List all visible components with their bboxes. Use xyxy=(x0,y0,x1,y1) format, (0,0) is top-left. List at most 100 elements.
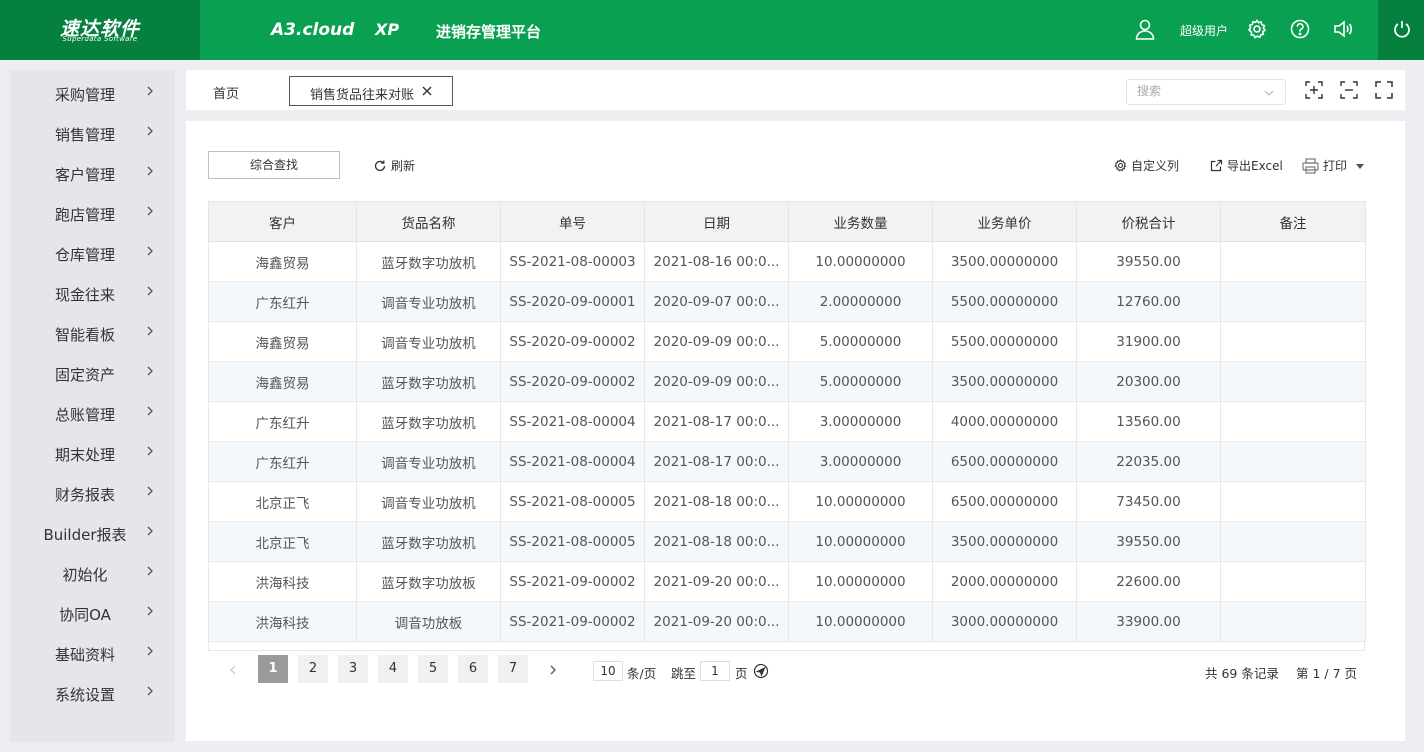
sidebar-item-oa[interactable]: 协同OA xyxy=(10,592,175,632)
cell-quantity: 5.00000000 xyxy=(788,321,933,362)
sidebar-item-fixed-assets[interactable]: 固定资产 xyxy=(10,352,175,392)
help-icon[interactable] xyxy=(1289,18,1311,40)
cell-total: 33900.00 xyxy=(1076,601,1221,642)
tab-sales-reconciliation[interactable]: 销售货品往来对账 xyxy=(289,76,453,106)
column-header-remark[interactable]: 备注 xyxy=(1220,201,1366,242)
sidebar-item-period-end[interactable]: 期末处理 xyxy=(10,432,175,472)
page-button-6[interactable]: 6 xyxy=(458,655,488,683)
cell-quantity: 3.00000000 xyxy=(788,401,933,442)
column-header-date[interactable]: 日期 xyxy=(644,201,789,242)
table-row[interactable]: 北京正飞 蓝牙数字功放机 SS-2021-08-00005 2021-08-18… xyxy=(208,521,1366,562)
page-button-5[interactable]: 5 xyxy=(418,655,448,683)
refresh-button[interactable]: 刷新 xyxy=(373,157,415,174)
cell-date: 2021-08-17 00:0... xyxy=(644,401,789,442)
add-window-icon[interactable] xyxy=(1305,81,1323,99)
speaker-icon[interactable] xyxy=(1332,18,1354,40)
print-button[interactable]: 打印 xyxy=(1302,157,1369,174)
sidebar-item-system-settings[interactable]: 系统设置 xyxy=(10,672,175,712)
table-row[interactable]: 海鑫贸易 调音专业功放机 SS-2020-09-00002 2020-09-09… xyxy=(208,321,1366,362)
jump-page-input[interactable]: 1 xyxy=(700,661,730,681)
data-table: 客户 货品名称 单号 日期 业务数量 业务单价 价税合计 备注 海鑫贸易 蓝牙数… xyxy=(208,201,1366,642)
sidebar-item-finance-reports[interactable]: 财务报表 xyxy=(10,472,175,512)
search-box[interactable] xyxy=(1126,79,1286,105)
cell-quantity: 10.00000000 xyxy=(788,561,933,602)
tab-bar: 首页 销售货品往来对账 xyxy=(186,70,1405,110)
column-header-order-no[interactable]: 单号 xyxy=(500,201,645,242)
sidebar-item-builder-reports[interactable]: Builder报表 xyxy=(10,512,175,552)
page-info: 第 1 / 7 页 xyxy=(1296,666,1358,681)
sidebar-item-customer[interactable]: 客户管理 xyxy=(10,152,175,192)
close-icon[interactable] xyxy=(421,85,433,97)
table-row[interactable]: 洪海科技 蓝牙数字功放板 SS-2021-09-00002 2021-09-20… xyxy=(208,561,1366,602)
column-header-unit-price[interactable]: 业务单价 xyxy=(932,201,1077,242)
nav-platform[interactable]: 进销存管理平台 xyxy=(436,21,541,42)
user-name[interactable]: 超级用户 xyxy=(1180,22,1228,39)
custom-columns-button[interactable]: 自定义列 xyxy=(1114,157,1179,174)
chevron-right-icon xyxy=(147,686,153,696)
collapse-window-icon[interactable] xyxy=(1340,81,1358,99)
fullscreen-icon[interactable] xyxy=(1375,81,1393,99)
sidebar-item-basic-data[interactable]: 基础资料 xyxy=(10,632,175,672)
export-icon xyxy=(1210,159,1223,172)
jump-label: 跳至 xyxy=(671,666,697,681)
table-row[interactable]: 广东红升 调音专业功放机 SS-2021-08-00004 2021-08-17… xyxy=(208,441,1366,482)
cell-order-no: SS-2021-08-00004 xyxy=(500,401,645,442)
page-button-1[interactable]: 1 xyxy=(258,655,288,683)
table-row[interactable]: 广东红升 蓝牙数字功放机 SS-2021-08-00004 2021-08-17… xyxy=(208,401,1366,442)
chevron-right-icon xyxy=(147,286,153,296)
logo[interactable]: 速达软件 Superdata Software xyxy=(0,0,200,60)
combined-search-button[interactable]: 综合查找 xyxy=(208,151,340,179)
sidebar-item-sales[interactable]: 销售管理 xyxy=(10,112,175,152)
sidebar-item-warehouse[interactable]: 仓库管理 xyxy=(10,232,175,272)
page-button-4[interactable]: 4 xyxy=(378,655,408,683)
cell-customer: 北京正飞 xyxy=(208,481,357,522)
sidebar-item-ledger[interactable]: 总账管理 xyxy=(10,392,175,432)
cell-product: 蓝牙数字功放板 xyxy=(356,561,501,602)
column-header-customer[interactable]: 客户 xyxy=(208,201,357,242)
page-size-select[interactable]: 10 xyxy=(593,661,623,681)
sidebar-item-label: 系统设置 xyxy=(54,686,115,704)
column-header-product[interactable]: 货品名称 xyxy=(356,201,501,242)
user-icon[interactable] xyxy=(1134,18,1156,40)
sidebar-item-purchase[interactable]: 采购管理 xyxy=(10,72,175,112)
cell-remark xyxy=(1220,481,1366,522)
per-page-label: 条/页 xyxy=(627,666,657,681)
cell-unit-price: 5500.00000000 xyxy=(932,281,1077,322)
table-scroll-area[interactable] xyxy=(208,641,1365,651)
page-button-7[interactable]: 7 xyxy=(498,655,528,683)
cell-date: 2020-09-09 00:0... xyxy=(644,321,789,362)
sidebar-item-store-visit[interactable]: 跑店管理 xyxy=(10,192,175,232)
chevron-right-icon[interactable] xyxy=(548,664,558,676)
table-row[interactable]: 海鑫贸易 蓝牙数字功放机 SS-2020-09-00002 2020-09-09… xyxy=(208,361,1366,402)
table-row[interactable]: 北京正飞 调音专业功放机 SS-2021-08-00005 2021-08-18… xyxy=(208,481,1366,522)
caret-down-icon[interactable] xyxy=(1355,162,1365,170)
sidebar-item-cash[interactable]: 现金往来 xyxy=(10,272,175,312)
nav-a3cloud[interactable]: A3.cloud xyxy=(271,20,354,40)
tab-home[interactable]: 首页 xyxy=(213,83,239,102)
sidebar-item-label: 财务报表 xyxy=(54,486,115,504)
chevron-right-icon xyxy=(147,486,153,496)
cell-unit-price: 6500.00000000 xyxy=(932,441,1077,482)
nav-xp[interactable]: XP xyxy=(375,20,399,39)
cell-total: 39550.00 xyxy=(1076,241,1221,282)
cell-quantity: 10.00000000 xyxy=(788,241,933,282)
export-excel-button[interactable]: 导出Excel xyxy=(1210,157,1283,174)
table-row[interactable]: 洪海科技 调音功放板 SS-2021-09-00002 2021-09-20 0… xyxy=(208,601,1366,642)
power-button[interactable] xyxy=(1378,0,1424,60)
page-button-2[interactable]: 2 xyxy=(298,655,328,683)
cell-customer: 海鑫贸易 xyxy=(208,241,357,282)
sidebar-item-dashboard[interactable]: 智能看板 xyxy=(10,312,175,352)
gear-icon[interactable] xyxy=(1246,18,1268,40)
page-suffix-label: 页 xyxy=(735,666,748,681)
chevron-down-icon[interactable] xyxy=(1263,88,1275,98)
search-input[interactable] xyxy=(1137,84,1257,98)
table-row[interactable]: 海鑫贸易 蓝牙数字功放机 SS-2021-08-00003 2021-08-16… xyxy=(208,241,1366,282)
chevron-left-icon[interactable] xyxy=(228,664,238,676)
column-header-total[interactable]: 价税合计 xyxy=(1076,201,1221,242)
sidebar-item-initialize[interactable]: 初始化 xyxy=(10,552,175,592)
table-row[interactable]: 广东红升 调音专业功放机 SS-2020-09-00001 2020-09-07… xyxy=(208,281,1366,322)
go-icon[interactable] xyxy=(753,663,769,679)
cell-date: 2021-08-17 00:0... xyxy=(644,441,789,482)
page-button-3[interactable]: 3 xyxy=(338,655,368,683)
column-header-quantity[interactable]: 业务数量 xyxy=(788,201,933,242)
